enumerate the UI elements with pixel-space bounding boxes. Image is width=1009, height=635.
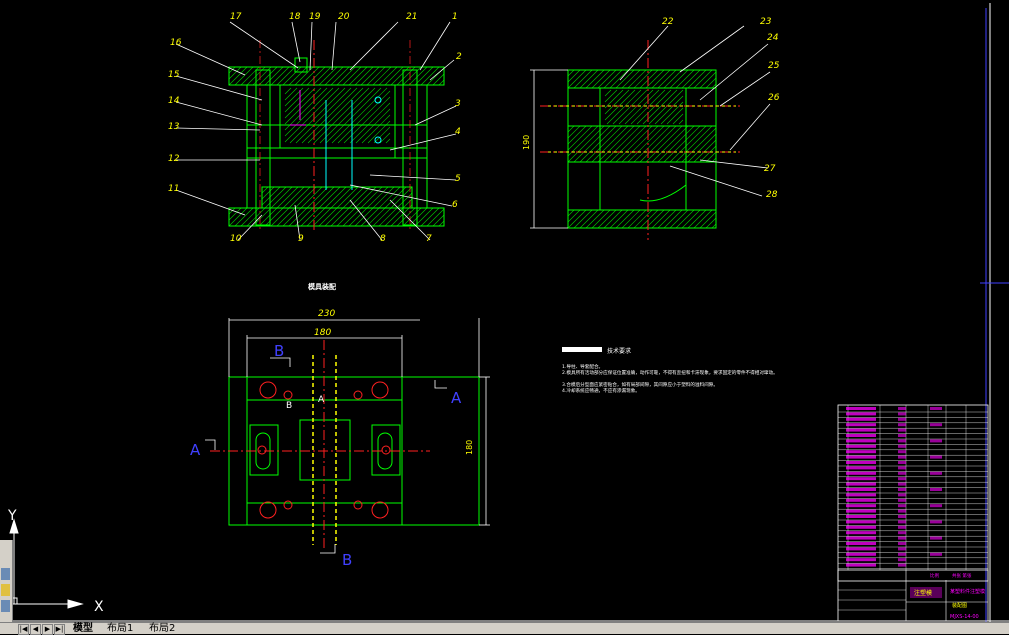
part-label: 19 bbox=[309, 12, 321, 22]
left-section-view[interactable] bbox=[175, 21, 457, 241]
part-label: 16 bbox=[170, 38, 182, 48]
part-label: 28 bbox=[766, 190, 778, 200]
part-label: 10 bbox=[230, 234, 242, 244]
dim-plan-inner: 180 bbox=[314, 328, 331, 338]
part-labels-right: 22 23 24 25 26 27 28 bbox=[662, 17, 780, 200]
part-label: 4 bbox=[455, 127, 461, 137]
part-label: 11 bbox=[168, 184, 179, 194]
section-mark-b-bottom: B bbox=[342, 551, 352, 569]
part-label: 14 bbox=[168, 96, 180, 106]
section-mark-a-left: A bbox=[190, 441, 201, 459]
dim-plan-height: 180 bbox=[465, 440, 474, 455]
part-label: 26 bbox=[768, 93, 780, 103]
part-label: 13 bbox=[168, 122, 180, 132]
part-label: 1 bbox=[452, 12, 458, 22]
section-mark-a-right: A bbox=[451, 389, 462, 407]
tab-model[interactable]: 模型 bbox=[70, 623, 96, 634]
tab-layout2[interactable]: 布局2 bbox=[146, 623, 178, 634]
section-mark-small-b: B bbox=[286, 401, 292, 411]
ucs-x-label: X bbox=[94, 599, 104, 615]
svg-text:共张 第张: 共张 第张 bbox=[952, 572, 972, 579]
svg-text:3.合模后分型面应紧密贴合，如有局部间隙，其间隙应小于塑料的: 3.合模后分型面应紧密贴合，如有局部间隙，其间隙应小于塑料的溢料间隙。 bbox=[562, 381, 718, 388]
toolbar-button[interactable] bbox=[1, 584, 10, 596]
part-label: 20 bbox=[338, 12, 350, 22]
part-label: 23 bbox=[760, 17, 772, 27]
plan-view[interactable] bbox=[205, 318, 490, 554]
part-label: 24 bbox=[767, 33, 779, 43]
part-label: 27 bbox=[764, 164, 776, 174]
part-label: 8 bbox=[380, 234, 386, 244]
svg-text:1.导柱、导套配合。: 1.导柱、导套配合。 bbox=[562, 363, 603, 370]
nav-last-icon[interactable]: ▶| bbox=[54, 624, 65, 635]
toolbar-button[interactable] bbox=[1, 568, 10, 580]
tab-layout1[interactable]: 布局1 bbox=[104, 623, 136, 634]
part-label: 9 bbox=[298, 234, 304, 244]
left-toolbar[interactable] bbox=[0, 540, 13, 622]
part-label: 25 bbox=[768, 61, 780, 71]
view-title: 模具装配 bbox=[308, 282, 336, 291]
svg-text:某塑料件注塑模: 某塑料件注塑模 bbox=[950, 588, 985, 595]
nav-first-icon[interactable]: |◀ bbox=[18, 624, 29, 635]
part-label: 21 bbox=[406, 12, 417, 22]
svg-text:2.模具所有活动部分应保证位置准确，动作可靠，不得有歪扭和卡: 2.模具所有活动部分应保证位置准确，动作可靠，不得有歪扭和卡滞现象，要求固定的零… bbox=[562, 369, 778, 376]
part-label: 5 bbox=[455, 174, 461, 184]
assembly-drawing[interactable]: 17 18 19 20 21 12345678910111213141516 22 2324… bbox=[0, 0, 1009, 622]
dim-plan-outer: 230 bbox=[318, 309, 335, 319]
nav-next-icon[interactable]: ▶ bbox=[42, 624, 53, 635]
part-labels-left: 17 18 19 20 21 12345678910111213141516 bbox=[168, 12, 462, 244]
section-mark-b-top: B bbox=[274, 342, 284, 360]
title-block: 注塑模 某塑料件注塑模 MJXS-14-00 装配图 比例 共张 第张 bbox=[837, 569, 989, 622]
part-label: 2 bbox=[456, 52, 462, 62]
nav-prev-icon[interactable]: ◀ bbox=[30, 624, 41, 635]
part-label: 18 bbox=[289, 12, 301, 22]
part-label: 7 bbox=[426, 234, 432, 244]
ucs-icon bbox=[9, 518, 84, 609]
svg-text:技术要求: 技术要求 bbox=[607, 347, 631, 355]
svg-text:MJXS-14-00: MJXS-14-00 bbox=[950, 614, 979, 620]
part-label: 22 bbox=[662, 17, 674, 27]
svg-text:比例: 比例 bbox=[930, 572, 939, 579]
right-section-view[interactable] bbox=[530, 25, 771, 240]
cad-model-space[interactable]: 17 18 19 20 21 1 2 3 4 5 6 7 8 9 10 11 12 13 14 15 16 22 23 24… bbox=[0, 0, 1009, 633]
svg-text:装配图: 装配图 bbox=[952, 602, 967, 609]
part-label: 6 bbox=[452, 200, 458, 210]
layout-tab-bar: |◀ ◀ ▶ ▶| 模型 布局1 布局2 bbox=[0, 622, 1009, 635]
bom-table bbox=[837, 404, 989, 582]
svg-text:注塑模: 注塑模 bbox=[914, 589, 932, 597]
part-label: 12 bbox=[168, 154, 180, 164]
tech-requirements: 技术要求 1.导柱、导套配合。 2.模具所有活动部分应保证位置准确，动作可靠，不… bbox=[562, 347, 778, 394]
top-toolbar-edge bbox=[0, 0, 1009, 3]
ucs-y-label: Y bbox=[7, 508, 17, 524]
section-mark-small-a: A bbox=[318, 395, 325, 405]
svg-text:4.冷却系统应畅通，不应有渗漏现象。: 4.冷却系统应畅通，不应有渗漏现象。 bbox=[562, 387, 640, 394]
part-label: 15 bbox=[168, 70, 180, 80]
part-label: 3 bbox=[455, 99, 461, 109]
toolbar-button[interactable] bbox=[1, 600, 10, 612]
dim-right-height: 190 bbox=[522, 135, 531, 150]
part-label: 17 bbox=[230, 12, 242, 22]
